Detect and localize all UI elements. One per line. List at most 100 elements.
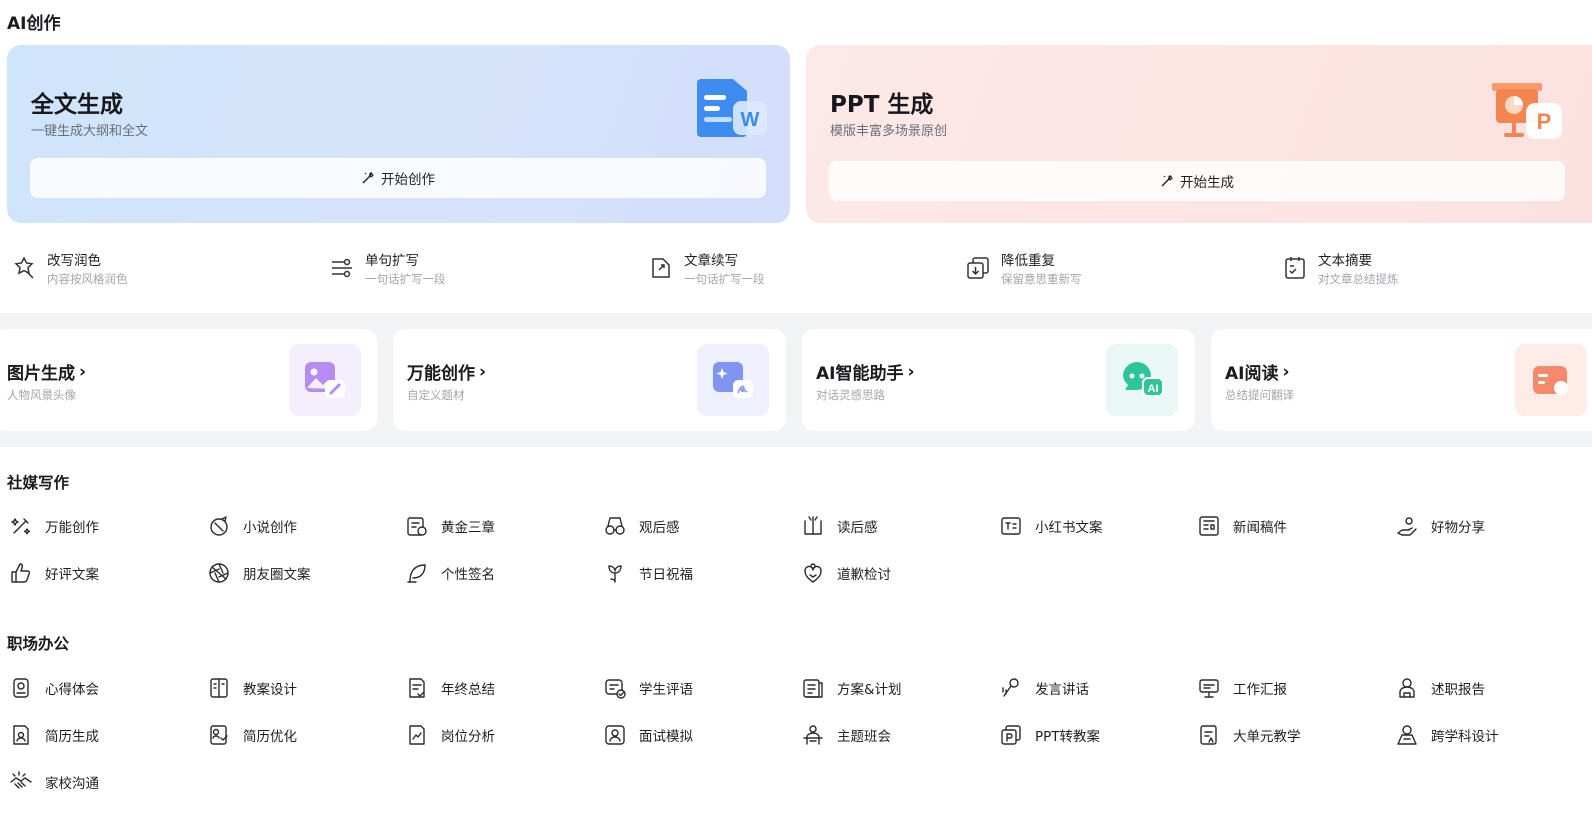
plan-icon bbox=[803, 679, 823, 698]
interview-icon bbox=[605, 725, 625, 745]
office-item[interactable]: 述职报告 bbox=[1395, 676, 1485, 700]
lesson-plan-icon bbox=[210, 678, 228, 698]
hero-subtitle: 一键生成大纲和全文 bbox=[31, 124, 149, 139]
office-item[interactable]: 发言讲话 bbox=[999, 676, 1089, 700]
office-item[interactable]: 学生评语 bbox=[603, 676, 693, 700]
social-item-label: 朋友圈文案 bbox=[243, 567, 311, 583]
social-item[interactable]: 好物分享 bbox=[1395, 514, 1485, 538]
social-item[interactable]: 黄金三章 bbox=[405, 514, 495, 538]
social-item[interactable]: 道歉检讨 bbox=[801, 561, 891, 585]
summary-icon bbox=[1285, 257, 1305, 279]
feature-ai-assistant[interactable]: AI智能助手 › 对话灵感思路 AI bbox=[802, 329, 1195, 431]
office-item-label: 方案&计划 bbox=[837, 682, 902, 698]
office-item[interactable]: 教案设计 bbox=[207, 676, 297, 700]
feature-title: 万能创作 › bbox=[407, 359, 486, 385]
tool-expand[interactable]: 单句扩写 一句话扩写一段 bbox=[329, 252, 446, 288]
feature-subtitle: 人物风景头像 bbox=[7, 388, 76, 402]
unit-teaching-icon bbox=[1200, 725, 1217, 745]
section-title-social: 社媒写作 bbox=[7, 474, 70, 492]
office-item[interactable]: PPT转教案 bbox=[999, 723, 1100, 747]
social-item[interactable]: 新闻稿件 bbox=[1197, 514, 1287, 538]
feature-title: 图片生成 › bbox=[7, 359, 86, 385]
expand-icon bbox=[332, 258, 352, 278]
universal-create-icon bbox=[697, 344, 769, 416]
office-item-label: 心得体会 bbox=[45, 682, 99, 698]
tool-polish[interactable]: 改写润色 内容按风格润色 bbox=[11, 252, 128, 288]
feature-ai-reading[interactable]: AI阅读 › 总结提问翻译 bbox=[1211, 329, 1592, 431]
social-item-label: 好物分享 bbox=[1431, 520, 1485, 536]
office-item-label: 家校沟通 bbox=[45, 776, 99, 792]
gold-chapters-icon bbox=[407, 517, 427, 536]
ppt-icon: P bbox=[1492, 83, 1562, 139]
office-item[interactable]: 简历生成 bbox=[9, 723, 99, 747]
feather-icon bbox=[407, 564, 426, 583]
wand-icon bbox=[362, 172, 374, 184]
hero-title: PPT 生成 bbox=[830, 92, 934, 118]
office-item[interactable]: 工作汇报 bbox=[1197, 676, 1287, 700]
office-item-label: 大单元教学 bbox=[1233, 729, 1301, 745]
flower-icon bbox=[608, 565, 622, 583]
feature-image-gen[interactable]: 图片生成 › 人物风景头像 bbox=[0, 329, 377, 431]
social-item-label: 黄金三章 bbox=[441, 520, 495, 536]
social-item[interactable]: 节日祝福 bbox=[603, 561, 693, 585]
social-item[interactable]: 小红书文案 bbox=[999, 514, 1103, 538]
svg-text:P: P bbox=[1537, 109, 1552, 134]
full-text-card[interactable]: 全文生成 一键生成大纲和全文 W 开始创作 bbox=[7, 45, 790, 223]
social-item[interactable]: 观后感 bbox=[603, 514, 680, 538]
feature-subtitle: 自定义题材 bbox=[407, 388, 465, 402]
ppt-gen-card[interactable]: PPT 生成 模版丰富多场景原创 P 开始生成 bbox=[806, 45, 1592, 223]
polish-icon bbox=[14, 256, 34, 279]
tool-summary[interactable]: 文本摘要 对文章总结提炼 bbox=[1282, 252, 1399, 288]
office-item-label: PPT转教案 bbox=[1035, 729, 1101, 745]
tool-title: 降低重复 bbox=[1001, 253, 1055, 269]
office-item[interactable]: 简历优化 bbox=[207, 723, 297, 747]
office-item-label: 岗位分析 bbox=[441, 729, 495, 745]
social-item[interactable]: 万能创作 bbox=[9, 514, 99, 538]
start-generate-label: 开始生成 bbox=[1180, 175, 1234, 191]
handshake-icon bbox=[10, 771, 32, 789]
tool-continue[interactable]: 文章续写 一句话扩写一段 bbox=[648, 252, 765, 288]
social-item-label: 节日祝福 bbox=[639, 567, 693, 583]
feature-title: AI智能助手 › bbox=[816, 359, 915, 385]
office-item-label: 工作汇报 bbox=[1233, 682, 1287, 698]
aperture-icon bbox=[209, 563, 229, 583]
feature-universal-create[interactable]: 万能创作 › 自定义题材 bbox=[393, 329, 786, 431]
office-item[interactable]: 面试模拟 bbox=[603, 723, 693, 747]
feature-title-text: 万能创作 bbox=[407, 364, 475, 384]
office-item-label: 教案设计 bbox=[243, 682, 297, 698]
office-item[interactable]: 家校沟通 bbox=[9, 770, 99, 794]
office-item-label: 学生评语 bbox=[639, 682, 693, 698]
resume-optimize-icon bbox=[210, 725, 228, 745]
tool-dedupe[interactable]: 降低重复 保留意思重新写 bbox=[965, 252, 1082, 288]
tool-subtitle: 一句话扩写一段 bbox=[365, 272, 446, 286]
office-item[interactable]: 岗位分析 bbox=[405, 723, 495, 747]
social-item[interactable]: 小说创作 bbox=[207, 514, 297, 538]
social-item[interactable]: 读后感 bbox=[801, 514, 878, 538]
image-gen-icon bbox=[289, 344, 361, 416]
magic-icon bbox=[11, 518, 31, 535]
svg-text:AI: AI bbox=[1148, 383, 1159, 395]
social-item-label: 读后感 bbox=[837, 520, 878, 536]
social-item[interactable]: 个性签名 bbox=[405, 561, 495, 585]
office-item[interactable]: 跨学科设计 bbox=[1395, 723, 1499, 747]
tool-subtitle: 内容按风格润色 bbox=[47, 272, 128, 286]
office-item[interactable]: 年终总结 bbox=[405, 676, 495, 700]
office-item-label: 跨学科设计 bbox=[1431, 729, 1499, 745]
office-item[interactable]: 方案&计划 bbox=[801, 676, 902, 700]
social-item[interactable]: 朋友圈文案 bbox=[207, 561, 311, 585]
resume-icon bbox=[13, 725, 29, 745]
book-icon bbox=[804, 516, 822, 535]
tool-subtitle: 对文章总结提炼 bbox=[1318, 272, 1399, 286]
office-item[interactable]: 主题班会 bbox=[801, 723, 891, 747]
continue-icon bbox=[652, 258, 670, 278]
report-icon bbox=[1199, 679, 1219, 698]
office-item[interactable]: 大单元教学 bbox=[1197, 723, 1301, 747]
duty-report-icon bbox=[1399, 678, 1415, 698]
section-title-office: 职场办公 bbox=[7, 635, 70, 653]
office-item[interactable]: 心得体会 bbox=[9, 676, 99, 700]
social-item[interactable]: 好评文案 bbox=[9, 561, 99, 585]
feature-title-text: 图片生成 bbox=[7, 364, 75, 384]
start-create-button[interactable]: 开始创作 bbox=[30, 158, 766, 198]
start-generate-button[interactable]: 开始生成 bbox=[829, 161, 1565, 201]
social-item-label: 小说创作 bbox=[243, 520, 297, 536]
